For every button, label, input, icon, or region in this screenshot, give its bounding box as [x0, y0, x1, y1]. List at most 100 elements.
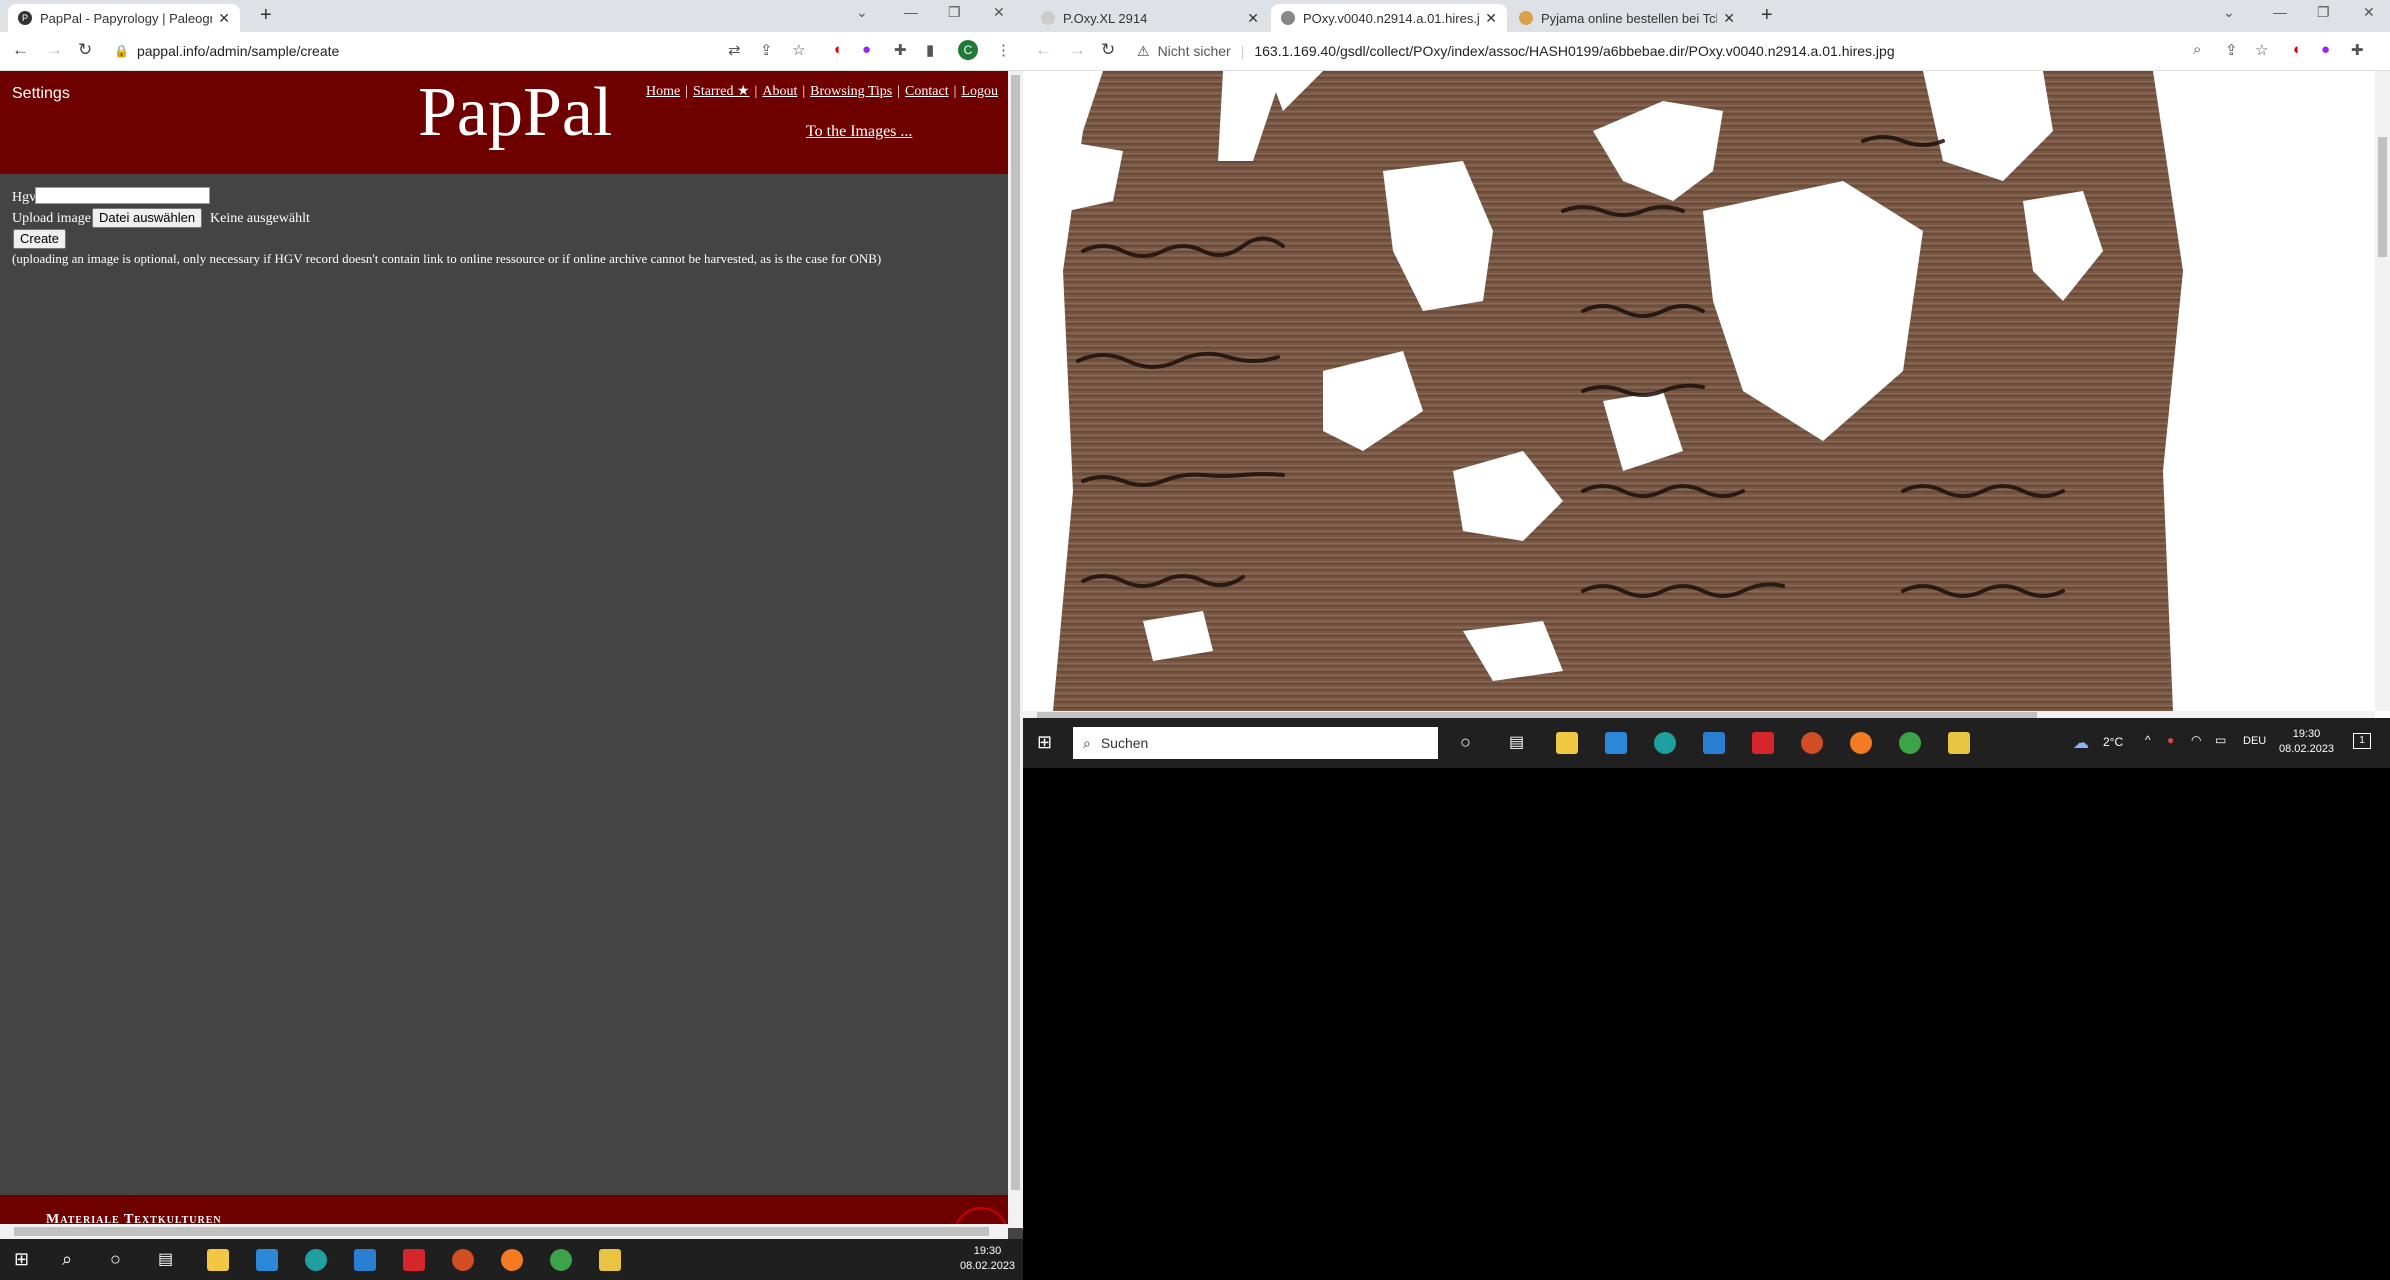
share-icon[interactable]: ⇪ — [760, 41, 773, 59]
mail-icon[interactable] — [1703, 732, 1725, 754]
cortana-icon[interactable]: ○ — [110, 1249, 121, 1270]
security-label[interactable]: Nicht sicher — [1158, 43, 1231, 59]
tab-poxy-2914[interactable]: P.Oxy.XL 2914 ✕ — [1031, 4, 1269, 32]
store-icon[interactable] — [1605, 732, 1627, 754]
restore-button[interactable]: ❐ — [948, 4, 961, 21]
tab-search-icon[interactable]: ⌄ — [856, 4, 868, 21]
firefox-icon[interactable] — [1850, 732, 1872, 754]
edge-icon[interactable] — [1654, 732, 1676, 754]
left-clock[interactable]: 19:30 08.02.2023 — [960, 1244, 1015, 1274]
taskbar-search-box[interactable]: ⌕ Suchen — [1073, 727, 1438, 759]
close-tab-icon[interactable]: ✕ — [218, 10, 230, 27]
tab-search-icon[interactable]: ⌄ — [2223, 4, 2235, 21]
close-tab-icon[interactable]: ✕ — [1485, 10, 1497, 27]
extension-purple-icon[interactable]: ● — [862, 41, 871, 58]
right-clock[interactable]: 19:30 08.02.2023 — [2279, 727, 2334, 757]
pappal-logo[interactable]: PapPal — [418, 73, 612, 153]
file-explorer-icon[interactable] — [207, 1249, 229, 1271]
powerpoint-icon[interactable] — [1801, 732, 1823, 754]
cortana-icon[interactable]: ○ — [1460, 732, 1471, 753]
address-bar[interactable]: ⚠ Nicht sicher | 163.1.169.40/gsdl/colle… — [1137, 39, 2137, 63]
battery-icon[interactable]: ▭ — [2215, 733, 2226, 747]
left-date: 08.02.2023 — [960, 1260, 1016, 1272]
nav-logout[interactable]: Logou — [961, 84, 998, 99]
settings-link[interactable]: Settings — [12, 85, 70, 103]
sticky-app-icon[interactable] — [1948, 732, 1970, 754]
nav-starred[interactable]: Starred ★ — [693, 84, 749, 99]
acrobat-icon[interactable] — [403, 1249, 425, 1271]
translate-icon[interactable]: ⇄ — [728, 41, 741, 59]
nav-home[interactable]: Home — [646, 84, 680, 99]
vertical-scroll-thumb[interactable] — [2378, 137, 2387, 257]
task-view-icon[interactable]: ▤ — [158, 1249, 173, 1269]
bookmark-star-icon[interactable]: ☆ — [792, 41, 805, 59]
tab-pyjama[interactable]: Pyjama online bestellen bei Tchib ✕ — [1509, 4, 1745, 32]
mail-icon[interactable] — [354, 1249, 376, 1271]
tab-poxy-image[interactable]: POxy.v0040.n2914.a.01.hires.jpg ✕ — [1271, 4, 1507, 32]
chrome-icon[interactable] — [1899, 732, 1921, 754]
close-tab-icon[interactable]: ✕ — [1723, 10, 1735, 27]
reload-icon[interactable]: ↻ — [1101, 40, 1115, 60]
firefox-icon[interactable] — [501, 1249, 523, 1271]
address-bar[interactable]: 🔒 pappal.info/admin/sample/create — [114, 39, 714, 63]
vertical-scrollbar[interactable] — [2375, 71, 2390, 711]
extensions-puzzle-icon[interactable]: ✚ — [894, 41, 907, 59]
vertical-scroll-thumb[interactable] — [1011, 75, 1020, 1190]
choose-file-button[interactable]: Datei auswählen — [92, 208, 203, 228]
nav-about[interactable]: About — [762, 84, 797, 99]
nav-browsing-tips[interactable]: Browsing Tips — [810, 84, 892, 99]
file-explorer-icon[interactable] — [1556, 732, 1578, 754]
chrome-icon[interactable] — [550, 1249, 572, 1271]
hgv-input[interactable] — [35, 187, 210, 204]
menu-icon[interactable]: ⋮ — [996, 41, 1011, 59]
extension-red-icon[interactable]: ◐ — [2293, 41, 2302, 58]
windows-start-icon[interactable]: ⊞ — [1037, 732, 1052, 753]
windows-start-icon[interactable]: ⊞ — [14, 1249, 29, 1270]
new-tab-button[interactable]: + — [1761, 4, 1773, 27]
close-tab-icon[interactable]: ✕ — [1247, 10, 1259, 27]
language-indicator[interactable]: DEU — [2243, 735, 2266, 747]
back-icon[interactable]: ← — [12, 40, 29, 60]
weather-temp[interactable]: 2°C — [2103, 735, 2123, 749]
bookmark-star-icon[interactable]: ☆ — [2255, 41, 2268, 59]
back-icon[interactable]: ← — [1035, 40, 1052, 60]
share-icon[interactable]: ⇪ — [2225, 41, 2238, 59]
new-tab-button[interactable]: + — [260, 4, 272, 27]
restore-button[interactable]: ❐ — [2317, 4, 2330, 21]
acrobat-icon[interactable] — [1752, 732, 1774, 754]
minimize-button[interactable]: — — [904, 4, 918, 20]
vertical-scrollbar[interactable] — [1008, 71, 1023, 1228]
close-window-button[interactable]: ✕ — [993, 4, 1005, 21]
forward-icon[interactable]: → — [1069, 40, 1086, 60]
extensions-puzzle-icon[interactable]: ✚ — [2351, 41, 2364, 59]
to-the-images-link[interactable]: To the Images ... — [806, 123, 912, 141]
sticky-app-icon[interactable] — [599, 1249, 621, 1271]
wifi-icon[interactable]: ◠ — [2191, 733, 2201, 747]
tab-pappal[interactable]: P PapPal - Papyrology | Paleograph ✕ — [8, 4, 240, 32]
powerpoint-icon[interactable] — [452, 1249, 474, 1271]
tab-title: Pyjama online bestellen bei Tchib — [1541, 10, 1718, 26]
zoom-icon[interactable]: ⌕ — [2193, 41, 2201, 58]
horizontal-scrollbar[interactable] — [0, 1224, 1008, 1239]
horizontal-scrollbar[interactable] — [1023, 711, 2375, 718]
edge-icon[interactable] — [305, 1249, 327, 1271]
close-window-button[interactable]: ✕ — [2363, 4, 2375, 21]
notification-center-icon[interactable]: 1 — [2353, 733, 2371, 749]
tray-app-icon[interactable]: ● — [2167, 733, 2174, 747]
side-panel-icon[interactable]: ▮ — [926, 41, 934, 59]
forward-icon[interactable]: → — [46, 40, 63, 60]
profile-avatar[interactable]: C — [958, 40, 978, 60]
page-favicon-icon — [1041, 11, 1055, 25]
minimize-button[interactable]: — — [2273, 4, 2287, 20]
store-icon[interactable] — [256, 1249, 278, 1271]
reload-icon[interactable]: ↻ — [78, 40, 92, 60]
horizontal-scroll-thumb[interactable] — [14, 1227, 989, 1236]
nav-contact[interactable]: Contact — [905, 84, 949, 99]
weather-icon[interactable]: ☁ — [2073, 733, 2089, 753]
create-button[interactable]: Create — [13, 229, 67, 249]
task-view-icon[interactable]: ▤ — [1509, 732, 1524, 752]
search-icon[interactable]: ⌕ — [62, 1249, 72, 1270]
tray-chevron-icon[interactable]: ^ — [2145, 733, 2151, 747]
extension-red-icon[interactable]: ◐ — [834, 41, 843, 58]
extension-purple-icon[interactable]: ● — [2321, 41, 2330, 58]
